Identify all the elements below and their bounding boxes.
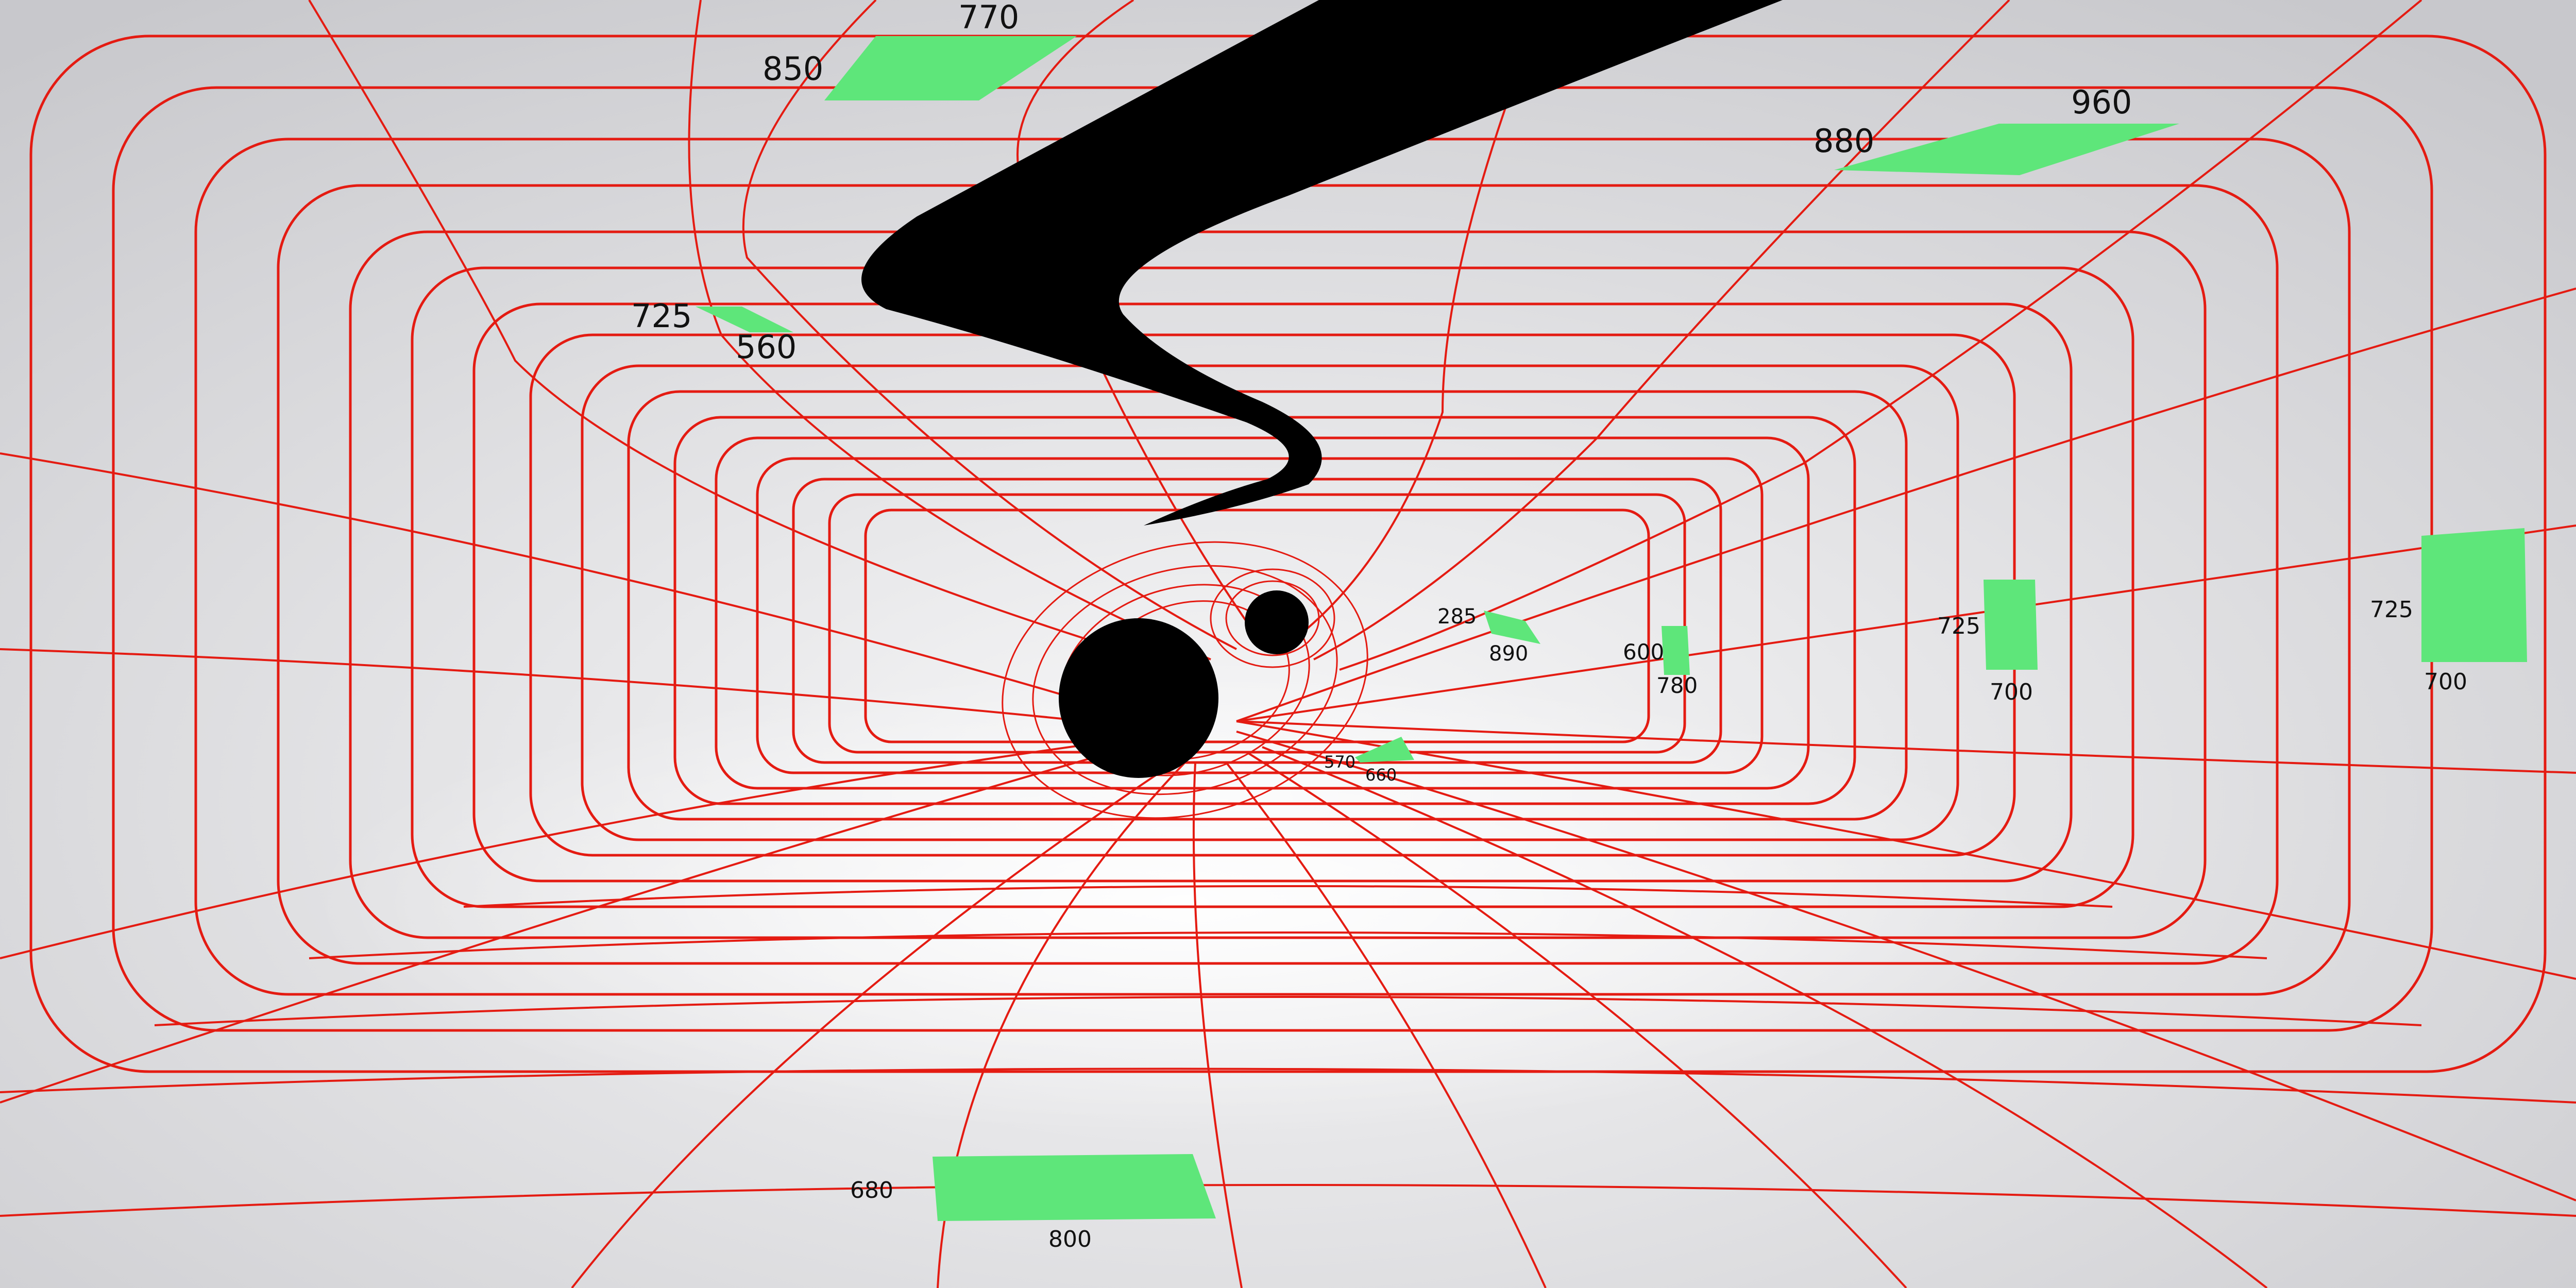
label-725-a: 725 bbox=[631, 297, 692, 335]
label-700-a: 700 bbox=[1990, 679, 2033, 705]
large-black-sphere bbox=[1059, 618, 1218, 778]
label-700-b: 700 bbox=[2424, 669, 2467, 695]
label-570: 570 bbox=[1324, 752, 1355, 772]
label-780: 780 bbox=[1656, 673, 1698, 698]
label-660: 660 bbox=[1365, 765, 1397, 785]
label-880: 880 bbox=[1814, 122, 1874, 160]
label-960: 960 bbox=[2071, 83, 2132, 121]
label-800: 800 bbox=[1048, 1226, 1092, 1252]
patch-center-2 bbox=[1662, 626, 1690, 675]
label-600: 600 bbox=[1623, 639, 1664, 665]
label-680: 680 bbox=[850, 1177, 893, 1204]
warped-grid-scene: 850 770 880 960 725 560 285 890 600 780 … bbox=[0, 0, 2576, 1288]
label-285: 285 bbox=[1437, 605, 1477, 629]
patch-bottom bbox=[933, 1154, 1216, 1221]
patch-right-edge bbox=[2421, 528, 2527, 662]
label-890: 890 bbox=[1489, 642, 1528, 666]
patch-right-1 bbox=[1984, 580, 2038, 670]
label-725-c: 725 bbox=[2370, 597, 2413, 623]
small-black-sphere bbox=[1245, 590, 1309, 654]
label-560: 560 bbox=[736, 328, 796, 366]
label-850: 850 bbox=[762, 50, 823, 88]
label-770: 770 bbox=[958, 0, 1019, 36]
label-725-b: 725 bbox=[1937, 613, 1980, 639]
